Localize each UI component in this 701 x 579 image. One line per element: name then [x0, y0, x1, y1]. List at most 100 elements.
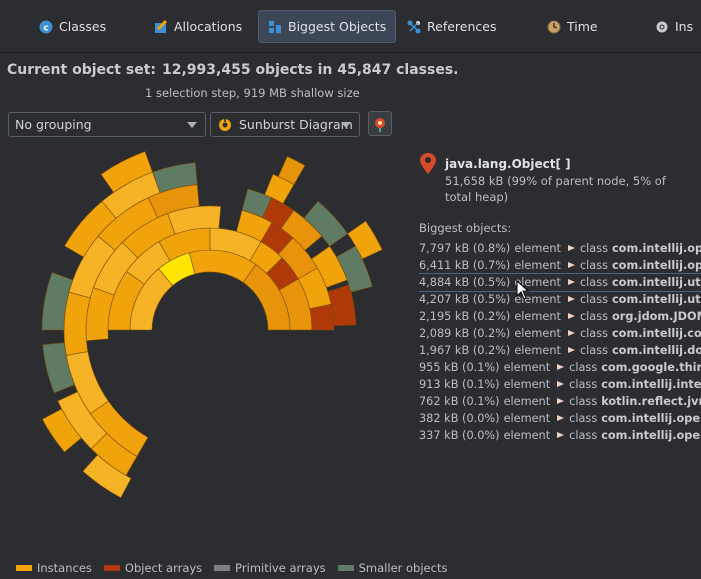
sunburst-segment[interactable] — [63, 291, 91, 356]
object-kind: element — [503, 412, 551, 425]
biggest-object-row[interactable]: 955 kB (0.1%) element class com.google.thir… — [419, 359, 701, 376]
biggest-object-row[interactable]: 337 kB (0.0%) element class com.intellij.op… — [419, 427, 701, 444]
legend-label: Smaller objects — [358, 561, 448, 575]
object-size: 7,797 kB (0.8%) — [419, 242, 511, 255]
object-size: 955 kB (0.1%) — [419, 361, 500, 374]
object-class-name: com.intellij.openapi — [601, 429, 701, 442]
object-class-name: org.jdom.JDOMFactory — [611, 310, 701, 323]
view-tab-bar: c Classes Allocations Biggest Objects Re… — [0, 0, 701, 53]
object-class-name: com.intellij.openapi — [611, 242, 701, 255]
legend-item: Instances — [16, 561, 92, 575]
object-size: 1,967 kB (0.2%) — [419, 344, 511, 357]
class-icon: c — [39, 20, 53, 34]
object-size: 4,207 kB (0.5%) — [419, 293, 511, 306]
title-value: 12,993,455 objects in 45,847 classes. — [162, 62, 459, 78]
object-class-name: com.intellij.util.SmartList — [611, 276, 701, 289]
biggest-object-row[interactable]: 4,207 kB (0.5%) element class com.intellij.… — [419, 291, 701, 308]
tab-references[interactable]: References — [398, 10, 505, 43]
object-class-word: class — [569, 361, 598, 374]
tab-label: Ins — [675, 19, 694, 34]
object-size: 6,411 kB (0.7%) — [419, 259, 511, 272]
object-kind: element — [514, 242, 561, 255]
legend-label: Instances — [37, 561, 92, 575]
title-label: Current object set: — [7, 62, 156, 78]
object-class-word: class — [579, 293, 608, 306]
tab-label: Allocations — [174, 19, 243, 34]
selected-object-info: 51,658 kB (99% of parent node, 5% of tot… — [445, 174, 666, 204]
object-size: 2,089 kB (0.2%) — [419, 327, 511, 340]
object-size: 337 kB (0.0%) — [419, 429, 500, 442]
mouse-cursor-icon — [516, 280, 530, 300]
chevron-down-icon — [187, 122, 197, 128]
legend-item: Smaller objects — [337, 561, 448, 575]
legend-item: Primitive arrays — [214, 561, 326, 575]
time-icon — [547, 20, 561, 34]
object-kind: element — [503, 429, 551, 442]
sunburst-segment[interactable] — [309, 303, 335, 331]
object-kind: element — [514, 344, 561, 357]
legend-swatch — [103, 565, 120, 571]
location-pin-icon — [420, 153, 436, 174]
tab-time[interactable]: Time — [538, 10, 607, 43]
biggest-object-row[interactable]: 6,411 kB (0.7%) element class com.intellij.… — [419, 257, 701, 274]
object-class-word: class — [579, 327, 608, 340]
object-class-word: class — [569, 429, 598, 442]
biggest-object-row[interactable]: 382 kB (0.0%) element class com.intellij.op… — [419, 410, 701, 427]
object-class-word: class — [579, 310, 608, 323]
references-icon — [407, 20, 421, 34]
locate-pin-icon — [375, 118, 385, 132]
tab-biggest-objects[interactable]: Biggest Objects — [258, 10, 397, 43]
object-size: 2,195 kB (0.2%) — [419, 310, 511, 323]
tab-label: Biggest Objects — [288, 19, 387, 34]
biggest-object-row[interactable]: 1,967 kB (0.2%) element class com.intellij.… — [419, 342, 701, 359]
tab-allocations[interactable]: Allocations — [145, 10, 251, 43]
biggest-object-row[interactable]: 4,884 kB (0.5%) element class com.intellij.… — [419, 273, 701, 292]
object-class-word: class — [579, 259, 608, 272]
biggest-objects-list: 7,797 kB (0.8%) element class com.intellij.… — [419, 240, 701, 444]
chevron-down-icon — [341, 122, 351, 128]
object-size: 382 kB (0.0%) — [419, 412, 500, 425]
legend-label: Primitive arrays — [235, 561, 326, 575]
selected-object-name: java.lang.Object[ ] — [445, 157, 571, 171]
object-size: 913 kB (0.1%) — [419, 378, 500, 391]
sunburst-diagram[interactable] — [0, 140, 410, 555]
biggest-object-row[interactable]: 2,089 kB (0.2%) element class com.intellij.… — [419, 325, 701, 342]
object-class-name: com.intellij.documentation — [611, 344, 701, 357]
legend-label: Object arrays — [124, 561, 203, 575]
object-kind: element — [514, 327, 561, 340]
biggest-object-row[interactable]: 762 kB (0.1%) element class kotlin.reflect.… — [419, 393, 701, 410]
object-class-word: class — [569, 395, 598, 408]
biggest-objects-label: Biggest objects: — [419, 221, 512, 235]
view-mode-select[interactable]: Sunburst Diagram — [210, 112, 360, 137]
object-kind: element — [514, 259, 561, 272]
object-class-name: com.intellij.openapi — [611, 259, 701, 272]
tab-label: Classes — [59, 19, 107, 34]
locate-button[interactable] — [368, 111, 392, 136]
object-class-word: class — [569, 412, 598, 425]
biggest-object-row[interactable]: 2,195 kB (0.2%)element classorg.jdom.JDOM… — [419, 308, 701, 325]
object-class-name: com.google.thirdparty — [601, 361, 701, 374]
tab-classes[interactable]: c Classes — [30, 10, 115, 43]
allocations-icon — [154, 19, 168, 34]
tab-inspections[interactable]: Ins — [646, 10, 701, 43]
object-size: 4,884 kB (0.5%) — [419, 276, 511, 289]
object-class-name: com.intellij.internal — [601, 378, 701, 391]
object-kind: element — [514, 310, 561, 323]
biggest-object-row[interactable]: 913 kB (0.1%) element class com.intellij.in… — [419, 376, 701, 393]
object-kind: element — [503, 395, 551, 408]
tab-label: References — [427, 19, 497, 34]
object-class-word: class — [579, 242, 608, 255]
object-class-name: kotlin.reflect.jvm — [601, 395, 701, 408]
object-class-name: com.intellij.openapi — [601, 412, 701, 425]
legend-swatch — [337, 565, 354, 571]
biggest-objects-icon — [268, 20, 282, 34]
object-class-name: com.intellij.util.io — [611, 293, 701, 306]
current-object-set-title: Current object set: 12,993,455 objects in… — [7, 62, 458, 78]
object-size: 762 kB (0.1%) — [419, 395, 500, 408]
legend: Instances Object arrays Primitive arrays Sm… — [16, 561, 447, 575]
grouping-select[interactable]: No grouping — [8, 112, 206, 137]
object-class-word: class — [569, 378, 598, 391]
biggest-object-row[interactable]: 7,797 kB (0.8%) element class com.intellij.… — [419, 240, 701, 257]
view-mode-value: Sunburst Diagram — [239, 117, 353, 132]
legend-item: Object arrays — [103, 561, 203, 575]
